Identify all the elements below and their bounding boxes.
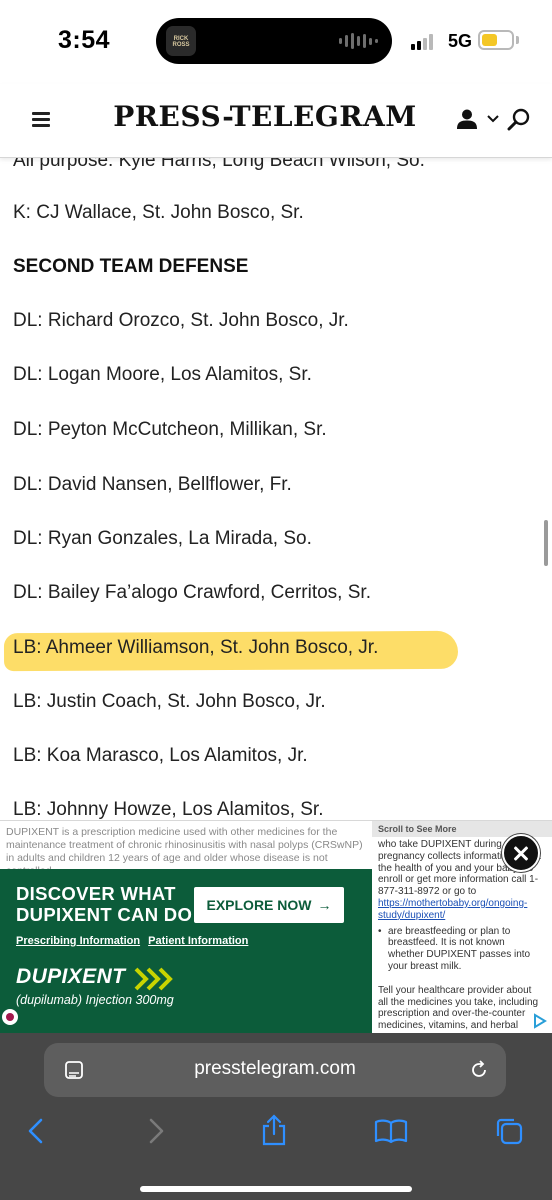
article-line-kicker: K: CJ Wallace, St. John Bosco, Sr. [13, 202, 304, 223]
back-icon[interactable] [26, 1118, 46, 1144]
scrollbar-thumb[interactable] [544, 520, 548, 566]
article-line-all-purpose: All purpose: Kyle Harris, Long Beach Wil… [13, 158, 425, 171]
address-bar[interactable]: presstelegram.com [44, 1043, 506, 1097]
chevron-mark-icon [134, 967, 173, 991]
explore-now-label: EXPLORE NOW [206, 897, 312, 913]
article-line-lb-2: LB: Justin Coach, St. John Bosco, Jr. [13, 691, 326, 712]
battery-level [482, 34, 497, 46]
section-heading: SECOND TEAM DEFENSE [13, 256, 249, 277]
status-time: 3:54 [58, 26, 111, 54]
article-line-dl-1: DL: Richard Orozco, St. John Bosco, Jr. [13, 310, 349, 331]
article-line-dl-5: DL: Ryan Gonzales, La Mirada, So. [13, 528, 312, 549]
prescribing-information-link[interactable]: Prescribing Information [16, 935, 140, 947]
adchoices-icon[interactable] [532, 1013, 548, 1029]
reload-icon[interactable] [468, 1059, 490, 1081]
article-line-lb-1-highlighted: LB: Ahmeer Williamson, St. John Bosco, J… [13, 637, 379, 658]
sponsor-logo-icon [2, 1009, 18, 1025]
arrow-right-icon: → [317, 897, 332, 913]
bookmarks-icon[interactable] [374, 1118, 408, 1144]
home-indicator[interactable] [140, 1186, 412, 1192]
site-masthead[interactable]: PRESS-TELEGRAM [104, 100, 426, 133]
ad-headline-line-2: DUPIXENT CAN DO [16, 904, 193, 925]
ad-links: Prescribing Information Patient Informat… [16, 935, 253, 947]
close-ad-button[interactable] [502, 834, 540, 872]
url-text: presstelegram.com [194, 1058, 356, 1079]
tabs-icon[interactable] [494, 1116, 524, 1146]
cellular-signal-icon [411, 34, 433, 50]
article-line-lb-3: LB: Koa Marasco, Los Alamitos, Jr. [13, 745, 308, 766]
isi-bullet-breastfeeding: are breastfeeding or plan to breastfeed.… [378, 926, 542, 973]
article-line-dl-2: DL: Logan Moore, Los Alamitos, Sr. [13, 364, 312, 385]
ad-headline: DISCOVER WHAT DUPIXENT CAN DO [16, 883, 192, 925]
article-line-dl-3: DL: Peyton McCutcheon, Millikan, Sr. [13, 419, 327, 440]
now-playing-artwork: RICK ROSS [166, 26, 196, 56]
ad-generic-name: (dupilumab) Injection 300mg [16, 993, 174, 1007]
now-playing-art-text: RICK ROSS [172, 36, 190, 48]
site-header: PRESS-TELEGRAM [0, 84, 552, 158]
audio-waveform-icon [339, 32, 378, 50]
explore-now-button[interactable]: EXPLORE NOW → [194, 887, 344, 923]
browser-toolbar: presstelegram.com [0, 1032, 552, 1200]
chevron-down-icon[interactable] [487, 114, 499, 124]
ad-banner[interactable]: DUPIXENT is a prescription medicine used… [0, 820, 552, 1033]
battery-icon [478, 30, 514, 50]
mothertobaby-link[interactable]: https://mothertobaby.org/ongoing-study/d… [378, 898, 542, 922]
user-icon[interactable] [456, 108, 478, 130]
patient-information-link[interactable]: Patient Information [148, 935, 248, 947]
status-bar: 3:54 RICK ROSS 5G [0, 0, 552, 84]
isi-paragraph-2: Tell your healthcare provider about all … [378, 984, 539, 1032]
article-line-lb-4: LB: Johnny Howze, Los Alamitos, Sr. [13, 799, 324, 820]
forward-icon[interactable] [146, 1118, 166, 1144]
share-icon[interactable] [260, 1114, 288, 1146]
battery-nub [516, 36, 519, 44]
search-icon[interactable] [507, 108, 531, 132]
ad-brand-name: DUPIXENT [16, 965, 126, 988]
article-line-dl-6: DL: Bailey Fa’alogo Crawford, Cerritos, … [13, 582, 371, 603]
menu-icon[interactable] [32, 112, 50, 127]
ad-creative[interactable]: DISCOVER WHAT DUPIXENT CAN DO EXPLORE NO… [0, 869, 372, 1033]
article-line-dl-4: DL: David Nansen, Bellflower, Fr. [13, 474, 292, 495]
dynamic-island[interactable]: RICK ROSS [156, 18, 392, 64]
ad-headline-line-1: DISCOVER WHAT [16, 883, 176, 904]
network-type: 5G [448, 31, 473, 51]
article-body: All purpose: Kyle Harris, Long Beach Wil… [0, 158, 552, 820]
